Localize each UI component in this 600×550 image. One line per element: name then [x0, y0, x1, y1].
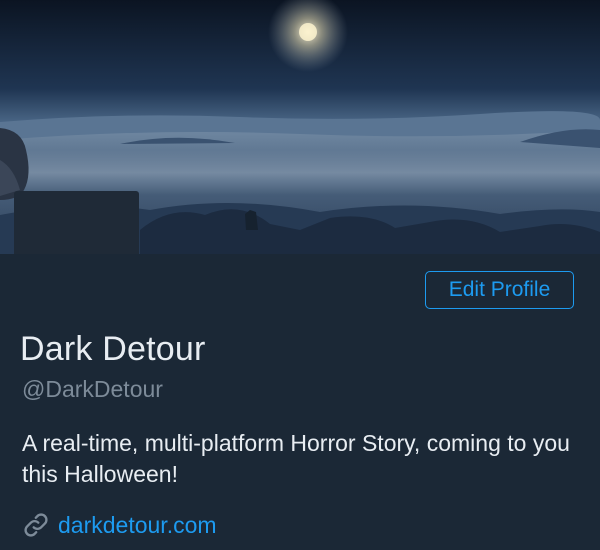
website-row: darkdetour.com: [22, 508, 217, 542]
profile-card: Edit Profile Dark Detour @DarkDetour A r…: [0, 0, 600, 550]
website-link[interactable]: darkdetour.com: [58, 512, 217, 539]
user-handle: @DarkDetour: [22, 376, 163, 402]
profile-avatar-placeholder[interactable]: [14, 191, 139, 254]
display-name: Dark Detour: [20, 330, 206, 368]
profile-bio: A real-time, multi-platform Horror Story…: [22, 430, 570, 487]
link-icon: [22, 511, 50, 539]
edit-profile-button[interactable]: Edit Profile: [425, 271, 574, 309]
